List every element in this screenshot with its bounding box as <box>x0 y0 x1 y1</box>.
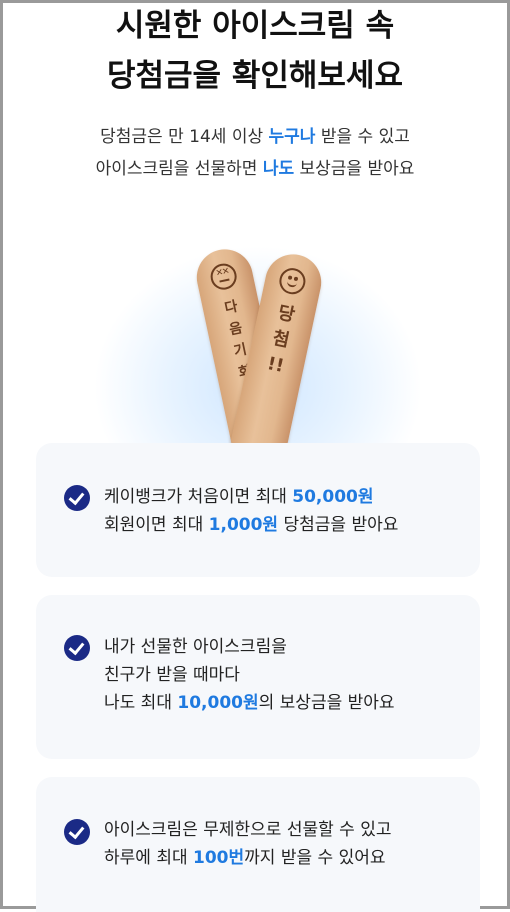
mouth <box>286 278 298 289</box>
info-card-gift-reward: 내가 선물한 아이스크림을 친구가 받을 때마다 나도 최대 10,000원의 … <box>36 595 480 759</box>
card-line: 나도 최대 10,000원의 보상금을 받아요 <box>104 689 470 717</box>
title-line-1: 시원한 아이스크림 속 <box>115 8 395 44</box>
card-line: 내가 선물한 아이스크림을 <box>104 637 287 657</box>
card-line: 아이스크림은 무제한으로 선물할 수 있고 <box>104 820 392 840</box>
card-line: 하루에 최대 100번까지 받을 수 있어요 <box>104 844 470 872</box>
page-title: 시원한 아이스크림 속 당첨금을 확인해보세요 <box>3 3 507 101</box>
subtitle-highlight: 누구나 <box>268 127 316 147</box>
mouth <box>219 278 230 283</box>
info-card-new-customer: 케이뱅크가 처음이면 최대 50,000원 회원이면 최대 1,000원 당첨금… <box>36 443 480 577</box>
page-frame: 시원한 아이스크림 속 당첨금을 확인해보세요 당첨금은 만 14세 이상 누구… <box>0 0 510 912</box>
card-text-span: 회원이면 최대 <box>104 515 209 535</box>
card-text-span: 케이뱅크가 처음이면 최대 <box>104 487 293 507</box>
card-highlight: 100번 <box>193 848 245 868</box>
card-text-span: 까지 받을 수 있어요 <box>244 848 386 868</box>
title-line-2: 당첨금을 확인해보세요 <box>107 58 403 94</box>
subtitle-line-1: 당첨금은 만 14세 이상 누구나 받을 수 있고 <box>3 121 507 153</box>
subtitle-text: 받을 수 있고 <box>315 127 410 147</box>
x-eye-icon: ✕ <box>221 266 231 278</box>
info-card-unlimited-gift: 아이스크림은 무제한으로 선물할 수 있고 하루에 최대 100번까지 받을 수… <box>36 777 480 912</box>
ice-cream-sticks-illustration: ✕ ✕ 다 음 기 회 에 당 첨 !! <box>3 225 507 445</box>
card-line: 친구가 받을 때마다 <box>104 665 240 685</box>
subtitle-text: 아이스크림을 선물하면 <box>95 159 263 179</box>
card-highlight: 10,000원 <box>177 693 259 713</box>
card-highlight: 50,000원 <box>292 487 374 507</box>
card-line: 회원이면 최대 1,000원 당첨금을 받아요 <box>104 511 470 539</box>
card-text-span: 하루에 최대 <box>104 848 194 868</box>
subtitle-text: 당첨금은 만 14세 이상 <box>100 127 269 147</box>
card-text-span: 당첨금을 받아요 <box>278 515 399 535</box>
subtitle-highlight: 나도 <box>262 159 295 179</box>
card-highlight: 1,000원 <box>208 515 279 535</box>
check-circle-icon <box>64 819 90 845</box>
check-circle-icon <box>64 635 90 661</box>
smile-face-icon <box>276 265 308 297</box>
card-text: 내가 선물한 아이스크림을 친구가 받을 때마다 나도 최대 10,000원의 … <box>104 633 470 717</box>
subtitle-text: 보상금을 받아요 <box>294 159 415 179</box>
card-text: 케이뱅크가 처음이면 최대 50,000원 회원이면 최대 1,000원 당첨금… <box>104 483 470 539</box>
card-text-span: 나도 최대 <box>104 693 178 713</box>
subtitle-line-2: 아이스크림을 선물하면 나도 보상금을 받아요 <box>3 153 507 185</box>
dizzy-face-icon: ✕ ✕ <box>208 261 240 293</box>
check-circle-icon <box>64 485 90 511</box>
card-text-span: 의 보상금을 받아요 <box>258 693 395 713</box>
card-text: 아이스크림은 무제한으로 선물할 수 있고 하루에 최대 100번까지 받을 수… <box>104 816 470 872</box>
card-line: 케이뱅크가 처음이면 최대 50,000원 <box>104 483 470 511</box>
subtitle: 당첨금은 만 14세 이상 누구나 받을 수 있고 아이스크림을 선물하면 나도… <box>3 121 507 185</box>
